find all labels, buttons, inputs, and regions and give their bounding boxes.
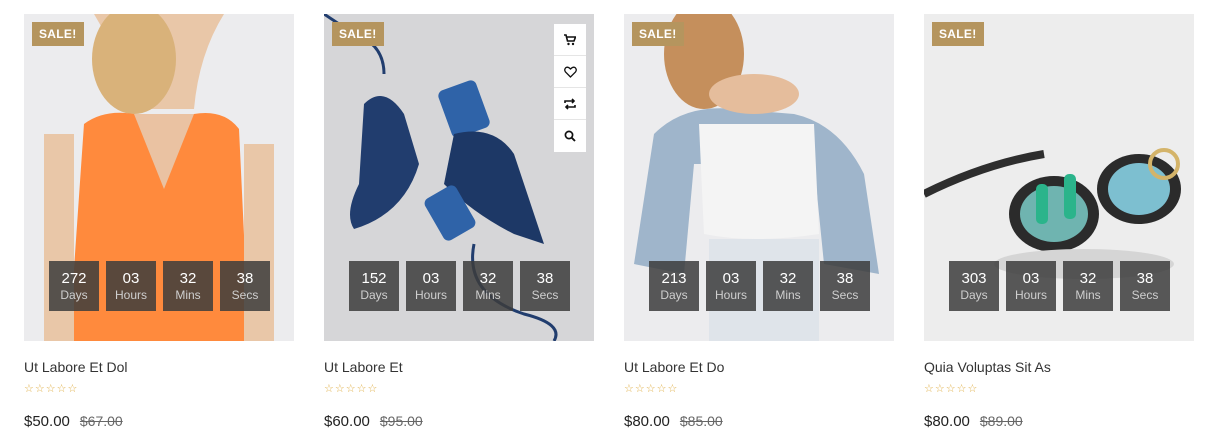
product-title[interactable]: Ut Labore Et Do <box>624 359 724 375</box>
sale-badge: SALE! <box>332 22 384 46</box>
compare-icon <box>564 97 576 110</box>
countdown-mins: 32 Mins <box>763 261 813 311</box>
heart-icon <box>563 66 577 78</box>
current-price: $80.00 <box>624 413 670 430</box>
compare-button[interactable] <box>554 88 586 120</box>
product-image[interactable]: SALE! 213 Days 03 Hours 32 Mins 38 Secs <box>624 14 894 341</box>
countdown-value: 32 <box>479 269 497 287</box>
countdown-mins: 32 Mins <box>1063 261 1113 311</box>
countdown-hours: 03 Hours <box>406 261 456 311</box>
countdown-label: Mins <box>475 287 501 302</box>
countdown-value: 32 <box>779 269 797 287</box>
price-row: $60.00 $95.00 <box>324 413 423 430</box>
countdown-timer: 213 Days 03 Hours 32 Mins 38 Secs <box>649 261 870 311</box>
countdown-value: 38 <box>236 269 254 287</box>
countdown-label: Hours <box>114 287 147 302</box>
countdown-label: Mins <box>775 287 801 302</box>
old-price: $89.00 <box>979 413 1023 429</box>
countdown-value: 32 <box>179 269 197 287</box>
countdown-label: Hours <box>1014 287 1047 302</box>
countdown-label: Hours <box>714 287 747 302</box>
wishlist-button[interactable] <box>554 56 586 88</box>
old-price: $67.00 <box>79 413 123 429</box>
countdown-secs: 38 Secs <box>520 261 570 311</box>
countdown-value: 303 <box>961 269 987 287</box>
countdown-value: 213 <box>661 269 687 287</box>
product-card[interactable]: SALE! 152 Days 03 Hours 32 Mins 38 Secs Ut L… <box>324 14 594 430</box>
countdown-value: 03 <box>422 269 440 287</box>
countdown-mins: 32 Mins <box>463 261 513 311</box>
product-image[interactable]: SALE! 152 Days 03 Hours 32 Mins 38 Secs <box>324 14 594 341</box>
price-row: $80.00 $89.00 <box>924 413 1023 430</box>
countdown-value: 38 <box>836 269 854 287</box>
price-row: $50.00 $67.00 <box>24 413 123 430</box>
countdown-value: 152 <box>361 269 387 287</box>
countdown-days: 213 Days <box>649 261 699 311</box>
countdown-label: Days <box>660 287 688 302</box>
countdown-hours: 03 Hours <box>706 261 756 311</box>
search-icon <box>564 130 576 142</box>
countdown-secs: 38 Secs <box>820 261 870 311</box>
countdown-days: 303 Days <box>949 261 999 311</box>
price-row: $80.00 $85.00 <box>624 413 723 430</box>
old-price: $85.00 <box>679 413 723 429</box>
product-title[interactable]: Ut Labore Et Dol <box>24 359 128 375</box>
current-price: $80.00 <box>924 413 970 430</box>
countdown-value: 03 <box>122 269 140 287</box>
sale-badge: SALE! <box>932 22 984 46</box>
countdown-secs: 38 Secs <box>1120 261 1170 311</box>
current-price: $50.00 <box>24 413 70 430</box>
countdown-timer: 303 Days 03 Hours 32 Mins 38 Secs <box>949 261 1170 311</box>
quick-view-button[interactable] <box>554 120 586 152</box>
quick-actions <box>554 24 586 152</box>
countdown-value: 32 <box>1079 269 1097 287</box>
current-price: $60.00 <box>324 413 370 430</box>
countdown-timer: 272 Days 03 Hours 32 Mins 38 Secs <box>49 261 270 311</box>
product-title[interactable]: Quia Voluptas Sit As <box>924 359 1051 375</box>
product-image[interactable]: SALE! 303 Days 03 Hours 32 Mins 38 Secs <box>924 14 1194 341</box>
countdown-value: 272 <box>61 269 87 287</box>
product-card[interactable]: SALE! 213 Days 03 Hours 32 Mins 38 Secs Ut L… <box>624 14 894 430</box>
countdown-value: 03 <box>722 269 740 287</box>
countdown-days: 272 Days <box>49 261 99 311</box>
sale-badge: SALE! <box>632 22 684 46</box>
countdown-days: 152 Days <box>349 261 399 311</box>
countdown-mins: 32 Mins <box>163 261 213 311</box>
rating-stars: ☆☆☆☆☆ <box>924 383 979 395</box>
countdown-label: Days <box>360 287 388 302</box>
countdown-label: Days <box>60 287 88 302</box>
product-card[interactable]: SALE! 303 Days 03 Hours 32 Mins 38 Secs Quia… <box>924 14 1194 430</box>
countdown-label: Hours <box>414 287 447 302</box>
countdown-secs: 38 Secs <box>220 261 270 311</box>
countdown-value: 38 <box>1136 269 1154 287</box>
sale-badge: SALE! <box>32 22 84 46</box>
add-to-cart-button[interactable] <box>554 24 586 56</box>
old-price: $95.00 <box>379 413 423 429</box>
countdown-hours: 03 Hours <box>1006 261 1056 311</box>
countdown-value: 03 <box>1022 269 1040 287</box>
rating-stars: ☆☆☆☆☆ <box>624 383 679 395</box>
countdown-hours: 03 Hours <box>106 261 156 311</box>
countdown-label: Days <box>960 287 988 302</box>
countdown-timer: 152 Days 03 Hours 32 Mins 38 Secs <box>349 261 570 311</box>
countdown-value: 38 <box>536 269 554 287</box>
rating-stars: ☆☆☆☆☆ <box>24 383 79 395</box>
countdown-label: Mins <box>175 287 201 302</box>
product-title[interactable]: Ut Labore Et <box>324 359 403 375</box>
rating-stars: ☆☆☆☆☆ <box>324 383 379 395</box>
product-image[interactable]: SALE! 272 Days 03 Hours 32 Mins 38 Secs <box>24 14 294 341</box>
product-card[interactable]: SALE! 272 Days 03 Hours 32 Mins 38 Secs Ut L… <box>24 14 294 430</box>
countdown-label: Secs <box>531 287 559 302</box>
countdown-label: Mins <box>1075 287 1101 302</box>
countdown-label: Secs <box>1131 287 1159 302</box>
countdown-label: Secs <box>831 287 859 302</box>
countdown-label: Secs <box>231 287 259 302</box>
cart-icon <box>564 33 576 45</box>
